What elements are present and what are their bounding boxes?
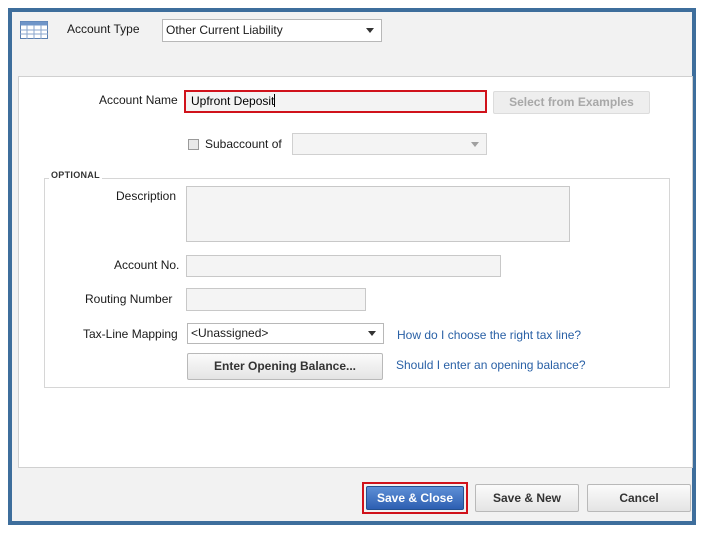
enter-opening-balance-button[interactable]: Enter Opening Balance... <box>187 353 383 380</box>
opening-balance-help-link[interactable]: Should I enter an opening balance? <box>396 358 586 372</box>
account-type-dropdown[interactable]: Other Current Liability <box>162 19 382 42</box>
new-account-window: Account Type Other Current Liability Acc… <box>8 8 696 525</box>
save-new-button[interactable]: Save & New <box>475 484 579 512</box>
tax-line-value: <Unassigned> <box>191 326 269 340</box>
account-name-label: Account Name <box>99 93 178 107</box>
routing-number-label: Routing Number <box>85 292 173 306</box>
subaccount-checkbox[interactable] <box>188 139 199 150</box>
optional-section-title: OPTIONAL <box>49 170 102 180</box>
description-label: Description <box>116 189 177 203</box>
cancel-button[interactable]: Cancel <box>587 484 691 512</box>
tax-line-help-link[interactable]: How do I choose the right tax line? <box>397 328 581 342</box>
account-details-panel: Account Name Upfront Deposit Select from… <box>18 76 693 468</box>
account-name-input[interactable]: Upfront Deposit <box>184 90 487 113</box>
description-textarea[interactable] <box>186 186 570 242</box>
subaccount-label: Subaccount of <box>205 137 282 151</box>
subaccount-dropdown[interactable] <box>292 133 487 155</box>
chevron-down-icon <box>366 28 374 33</box>
account-type-label: Account Type <box>67 22 140 36</box>
account-no-label: Account No. <box>114 258 180 272</box>
text-cursor <box>274 94 276 107</box>
routing-number-input[interactable] <box>186 288 366 311</box>
account-type-value: Other Current Liability <box>166 23 283 37</box>
select-from-examples-button[interactable]: Select from Examples <box>493 91 650 114</box>
account-name-value: Upfront Deposit <box>191 94 275 108</box>
save-close-button[interactable]: Save & Close <box>366 486 464 510</box>
account-no-input[interactable] <box>186 255 501 277</box>
tax-line-dropdown[interactable]: <Unassigned> <box>187 323 384 344</box>
chevron-down-icon <box>471 142 479 147</box>
chevron-down-icon <box>368 331 376 336</box>
tax-line-mapping-label: Tax-Line Mapping <box>83 327 178 341</box>
chart-of-accounts-icon <box>20 21 48 39</box>
